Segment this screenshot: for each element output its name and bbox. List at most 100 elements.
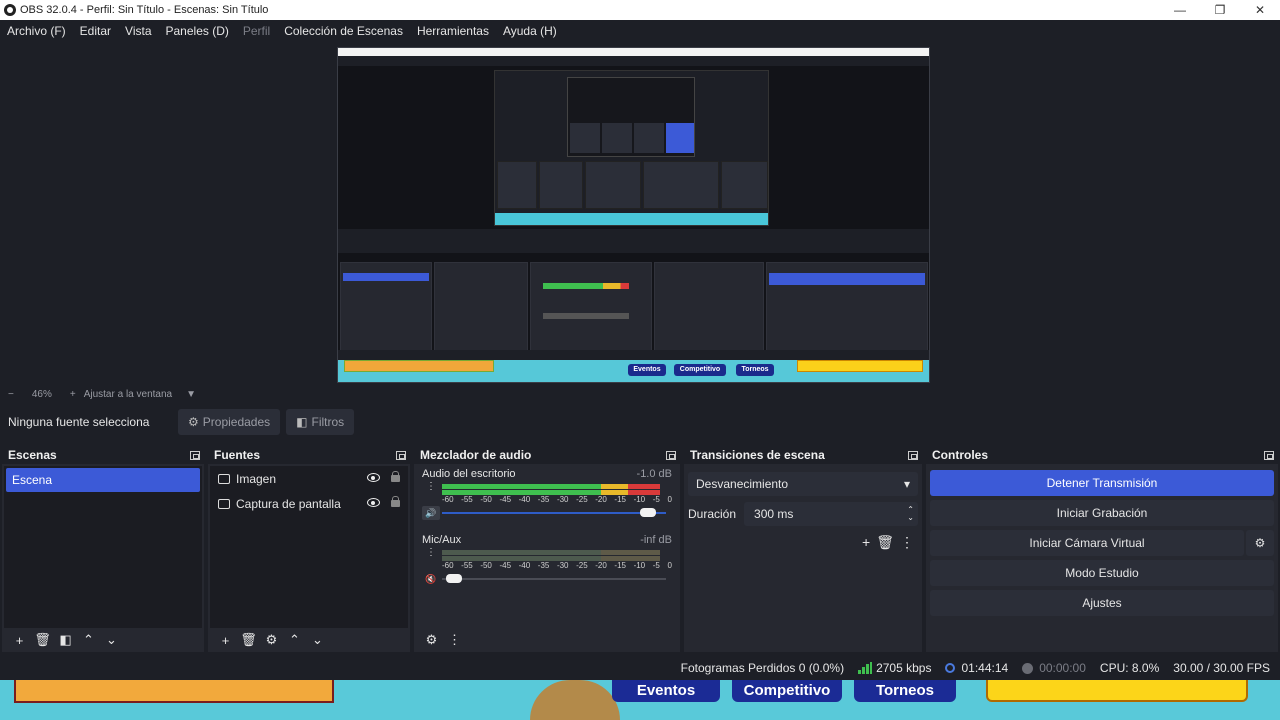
menu-profile[interactable]: Perfil (236, 24, 277, 38)
studio-mode-button[interactable]: Modo Estudio (930, 560, 1274, 586)
transition-tools: + 🗑 ⋮ (862, 534, 914, 551)
live-timer: 01:44:14 (945, 661, 1008, 675)
nested-stop-stream (769, 273, 925, 285)
menu-docks[interactable]: Paneles (D) (159, 24, 236, 38)
record-icon (1022, 662, 1034, 674)
mixer-menu-icon[interactable]: ⋮ (443, 630, 466, 650)
lock-icon[interactable] (391, 496, 400, 507)
remove-transition-icon[interactable]: 🗑 (876, 534, 894, 551)
menu-scene-collection[interactable]: Colección de Escenas (277, 24, 410, 38)
scenes-dock: Escenas Escena + 🗑 ◧ ⌃ ⌄ (2, 446, 204, 652)
preview-canvas[interactable]: Eventos Competitivo Torneos (337, 47, 930, 383)
track-menu-icon[interactable]: ⋮ (426, 482, 436, 492)
nested-mini-panel (666, 123, 694, 153)
banner-tab-eventos: Eventos (612, 680, 720, 702)
add-transition-icon[interactable]: + (862, 534, 870, 551)
chevron-down-icon: ▾ (903, 477, 910, 491)
transition-select[interactable]: Desvanecimiento ▾ (688, 472, 918, 496)
move-down-icon[interactable]: ⌄ (306, 630, 329, 650)
track-db: -inf dB (640, 534, 672, 546)
tick-label: -25 (576, 561, 588, 570)
minimize-button[interactable]: — (1160, 0, 1200, 20)
undock-icon[interactable] (1264, 450, 1274, 460)
remove-scene-icon[interactable]: 🗑 (31, 630, 54, 650)
eye-icon[interactable] (367, 498, 380, 507)
mixer-tracks: Audio del escritorio -1.0 dB ⋮ -60 -55 -… (416, 466, 678, 628)
filters-label: Filtros (311, 415, 345, 429)
virtual-camera-settings-icon[interactable]: ⚙ (1246, 530, 1274, 556)
maximize-button[interactable]: ❐ (1200, 0, 1240, 20)
window-controls: — ❐ ✕ (1160, 0, 1280, 20)
scene-item[interactable]: Escena (6, 468, 200, 492)
duration-field[interactable]: 300 ms ⌃ ⌄ (744, 502, 918, 526)
fit-to-window-button[interactable]: Ajustar a la ventana (84, 389, 172, 400)
menu-view[interactable]: Vista (118, 24, 158, 38)
source-item[interactable]: Imagen (210, 466, 408, 491)
tick-label: -20 (595, 561, 607, 570)
source-item[interactable]: Captura de pantalla (210, 491, 408, 516)
filter-icon: ◧ (296, 415, 308, 429)
zoom-out-button[interactable]: − (8, 389, 14, 400)
nested-banner-yellow (797, 360, 923, 372)
filters-button[interactable]: ◧ Filtros (286, 409, 355, 435)
zoom-dropdown-icon[interactable]: ▼ (186, 389, 196, 400)
tick-label: -45 (499, 561, 512, 570)
track-label-row: Mic/Aux -inf dB (422, 534, 672, 548)
signal-bars-icon (858, 662, 873, 674)
settings-button[interactable]: Ajustes (930, 590, 1274, 616)
meter-yellow (600, 484, 629, 489)
menu-tools[interactable]: Herramientas (410, 24, 496, 38)
properties-button[interactable]: ⚙ Propiedades (178, 409, 281, 435)
lock-icon[interactable] (391, 471, 400, 482)
menu-help[interactable]: Ayuda (H) (496, 24, 564, 38)
start-virtual-camera-button[interactable]: Iniciar Cámara Virtual (930, 530, 1244, 556)
remove-source-icon[interactable]: 🗑 (237, 630, 260, 650)
speaker-icon[interactable]: 🔊 (422, 506, 440, 520)
add-scene-icon[interactable]: + (8, 630, 31, 650)
zoom-bar: − 46% + Ajustar a la ventana ▼ (0, 386, 1280, 402)
undock-icon[interactable] (666, 450, 676, 460)
move-up-icon[interactable]: ⌃ (77, 630, 100, 650)
audio-mixer-dock: Mezclador de audio Audio del escritorio … (414, 446, 680, 652)
scenes-toolbar: + 🗑 ◧ ⌃ ⌄ (2, 628, 204, 652)
banner-tab-competitivo: Competitivo (732, 680, 842, 702)
transition-menu-icon[interactable]: ⋮ (900, 534, 914, 551)
sources-dock-header: Fuentes (208, 446, 410, 464)
volume-slider[interactable] (442, 512, 666, 514)
properties-label: Propiedades (202, 415, 271, 429)
zoom-in-button[interactable]: + (70, 389, 76, 400)
advanced-audio-icon[interactable]: ⚙ (420, 630, 443, 650)
add-source-icon[interactable]: + (214, 630, 237, 650)
stop-streaming-button[interactable]: Detener Transmisión (930, 470, 1274, 496)
move-up-icon[interactable]: ⌃ (283, 630, 306, 650)
move-down-icon[interactable]: ⌄ (100, 630, 123, 650)
volume-slider[interactable] (442, 578, 666, 580)
nested-dock (585, 161, 641, 209)
virtualcam-row: Iniciar Cámara Virtual ⚙ (926, 526, 1278, 556)
menu-file[interactable]: Archivo (F) (0, 24, 73, 38)
tick-label: -40 (518, 561, 531, 570)
nested-game-banner: Eventos Competitivo Torneos (338, 360, 929, 382)
source-properties-icon[interactable]: ⚙ (260, 630, 283, 650)
start-recording-button[interactable]: Iniciar Grabación (930, 500, 1274, 526)
bitrate-value: 2705 kbps (876, 661, 932, 675)
eye-icon[interactable] (367, 473, 380, 482)
muted-speaker-icon[interactable]: 🔇 (422, 572, 440, 586)
transitions-dock-header: Transiciones de escena (684, 446, 922, 464)
banner-character (530, 680, 620, 720)
undock-icon[interactable] (396, 450, 406, 460)
scene-filters-icon[interactable]: ◧ (54, 630, 77, 650)
nested-scenes-panel (340, 262, 432, 358)
nested-dock (497, 161, 537, 209)
tick-label: -35 (537, 495, 550, 504)
menu-edit[interactable]: Editar (73, 24, 118, 38)
undock-icon[interactable] (908, 450, 918, 460)
image-icon (218, 473, 230, 484)
close-button[interactable]: ✕ (1240, 0, 1280, 20)
volume-slider-handle[interactable] (446, 574, 463, 583)
undock-icon[interactable] (190, 450, 200, 460)
volume-slider-handle[interactable] (639, 508, 656, 517)
sources-list: Imagen Captura de pantalla (210, 466, 408, 628)
spin-arrows-icon[interactable]: ⌃ ⌄ (907, 506, 914, 522)
track-menu-icon[interactable]: ⋮ (426, 548, 436, 558)
